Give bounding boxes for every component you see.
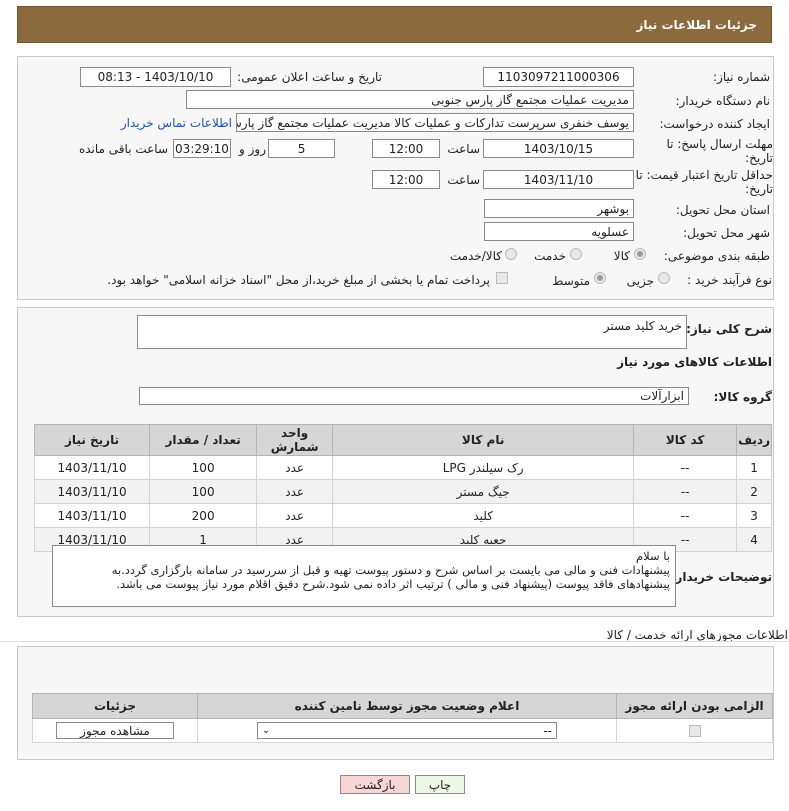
permits-table: الزامی بودن ارائه مجوز اعلام وضعیت مجوز … [32, 693, 773, 743]
print-button[interactable]: چاپ [415, 775, 465, 794]
table-row: 3 -- کلید عدد 200 1403/11/10 [33, 503, 772, 528]
deadline-date-field: 1403/10/15 [483, 139, 634, 158]
category-option-both: کالا/خدمت [449, 249, 502, 263]
col-date: تاریخ نیاز [33, 424, 151, 456]
category-label: طبقه بندی موضوعی: [663, 249, 770, 263]
validity-time-field: 12:00 [372, 170, 440, 189]
view-permit-button[interactable]: مشاهده مجوز [56, 722, 174, 739]
province-field: بوشهر [484, 199, 634, 218]
goods-group-field: ابزارآلات [139, 387, 689, 405]
buyer-notes-label: توضیحات خریدار: [670, 570, 772, 584]
back-button[interactable]: بازگشت [340, 775, 410, 794]
buyer-label: نام دستگاه خریدار: [675, 94, 771, 108]
process-label: نوع فرآیند خرید : [687, 273, 772, 287]
table-row: -- ⌄ مشاهده مجوز [32, 718, 773, 743]
cell-name: کلید [332, 503, 635, 528]
city-field: عسلویه [484, 222, 634, 241]
chevron-down-icon: ⌄ [262, 725, 271, 736]
cell-qty: 200 [149, 503, 258, 528]
col-row: ردیف [736, 424, 772, 456]
description-label: شرح کلی نیاز: [686, 322, 772, 336]
remaining-time-label: ساعت باقی مانده [78, 142, 168, 156]
process-option-medium: متوسط [552, 274, 590, 288]
buyer-contact-link[interactable]: اطلاعات تماس خریدار [110, 116, 232, 130]
page-header: جزئیات اطلاعات نیاز [17, 6, 772, 43]
cell-row: 4 [736, 527, 772, 552]
buyer-notes-field: با سلام پیشنهادات فنی و مالی می بایست بر… [52, 545, 676, 607]
process-radio-minor[interactable] [658, 272, 670, 287]
deadline-label: مهلت ارسال پاسخ: تا [666, 137, 773, 151]
cell-row: 2 [736, 479, 772, 504]
cell-qty: 100 [149, 479, 258, 504]
creator-label: ایجاد کننده درخواست: [659, 117, 770, 131]
validity-hour-label: ساعت [447, 173, 480, 187]
treasury-payment-checkbox[interactable] [496, 272, 508, 284]
cell-unit: عدد [256, 479, 334, 504]
permits-title: اطلاعات مجوزهای ارائه خدمت / کالا [606, 628, 788, 642]
col-qty: تعداد / مقدار [149, 424, 258, 456]
items-section-title: اطلاعات کالاهای مورد نیاز [617, 355, 772, 369]
cell-date: 1403/11/10 [33, 455, 151, 480]
days-label: روز و [239, 142, 266, 156]
cell-name: رک سیلندر LPG [332, 455, 635, 480]
category-radio-both[interactable] [505, 248, 517, 263]
buyer-notes-line: پیشنهادات فنی و مالی می بایست بر اساس شر… [111, 563, 670, 577]
cell-date: 1403/11/10 [33, 479, 151, 504]
process-option-minor: جزیی [626, 274, 654, 288]
category-option-service: خدمت [534, 249, 566, 263]
remaining-time-field: 03:29:10 [173, 139, 231, 158]
announce-date-label: تاریخ و ساعت اعلان عمومی: [237, 70, 382, 84]
permit-status-value: -- [543, 723, 552, 738]
buyer-field: مدیریت عملیات مجتمع گاز پارس جنوبی [186, 90, 634, 109]
cell-code: -- [633, 503, 738, 528]
goods-group-label: گروه کالا: [713, 390, 772, 404]
need-number-field: 1103097211000306 [483, 67, 634, 87]
remaining-days-field: 5 [268, 139, 335, 158]
cell-code: -- [633, 455, 738, 480]
category-radio-service[interactable] [570, 248, 582, 263]
validity-date-label: تاریخ: [745, 182, 773, 196]
process-radio-medium[interactable] [594, 272, 606, 287]
need-number-label: شماره نیاز: [713, 70, 770, 84]
cell-name: جیگ مستر [332, 479, 635, 504]
permits-col-status: اعلام وضعیت مجوز توسط نامین کننده [197, 693, 617, 719]
col-name: نام کالا [332, 424, 635, 456]
province-label: استان محل تحویل: [675, 203, 770, 217]
deadline-hour-label: ساعت [447, 142, 480, 156]
buyer-notes-line: پیشنهادهای فاقد پیوست (پیشنهاد فنی و مال… [116, 577, 670, 591]
validity-label: حداقل تاریخ اعتبار قیمت: تا [635, 168, 773, 182]
deadline-time-field: 12:00 [372, 139, 440, 158]
permit-status-select[interactable]: -- ⌄ [257, 722, 557, 739]
validity-date-field: 1403/11/10 [483, 170, 634, 189]
page-title: جزئیات اطلاعات نیاز [636, 17, 757, 32]
col-code: کد کالا [633, 424, 738, 456]
cell-row: 1 [736, 455, 772, 480]
cell-unit: عدد [256, 503, 334, 528]
cell-unit: عدد [256, 455, 334, 480]
treasury-payment-note: پرداخت تمام یا بخشی از مبلغ خرید،از محل … [107, 273, 490, 287]
permits-divider [0, 641, 789, 642]
category-option-goods: کالا [613, 249, 630, 263]
buyer-notes-line: با سلام [636, 549, 670, 563]
col-unit: واحد شمارش [256, 424, 334, 456]
cell-qty: 100 [149, 455, 258, 480]
permit-required-checkbox [688, 725, 701, 737]
description-field: خرید کلید مستر [137, 315, 687, 349]
cell-code: -- [633, 479, 738, 504]
deadline-date-label: تاریخ: [745, 151, 773, 165]
permits-col-required: الزامی بودن ارائه مجوز [616, 693, 773, 719]
cell-row: 3 [736, 503, 772, 528]
table-row: 2 -- جیگ مستر عدد 100 1403/11/10 [33, 479, 772, 504]
cell-date: 1403/11/10 [33, 503, 151, 528]
city-label: شهر محل تحویل: [683, 226, 770, 240]
announce-date-field: 1403/10/10 - 08:13 [80, 67, 231, 87]
permits-col-details: جزئیات [32, 693, 198, 719]
creator-field: یوسف خنفری سرپرست تدارکات و عملیات کالا … [236, 113, 634, 132]
items-table: ردیف کد کالا نام کالا واحد شمارش تعداد /… [33, 424, 772, 552]
description-text: خرید کلید مستر [603, 319, 682, 333]
category-radio-goods[interactable] [634, 248, 646, 263]
table-row: 1 -- رک سیلندر LPG عدد 100 1403/11/10 [33, 455, 772, 480]
